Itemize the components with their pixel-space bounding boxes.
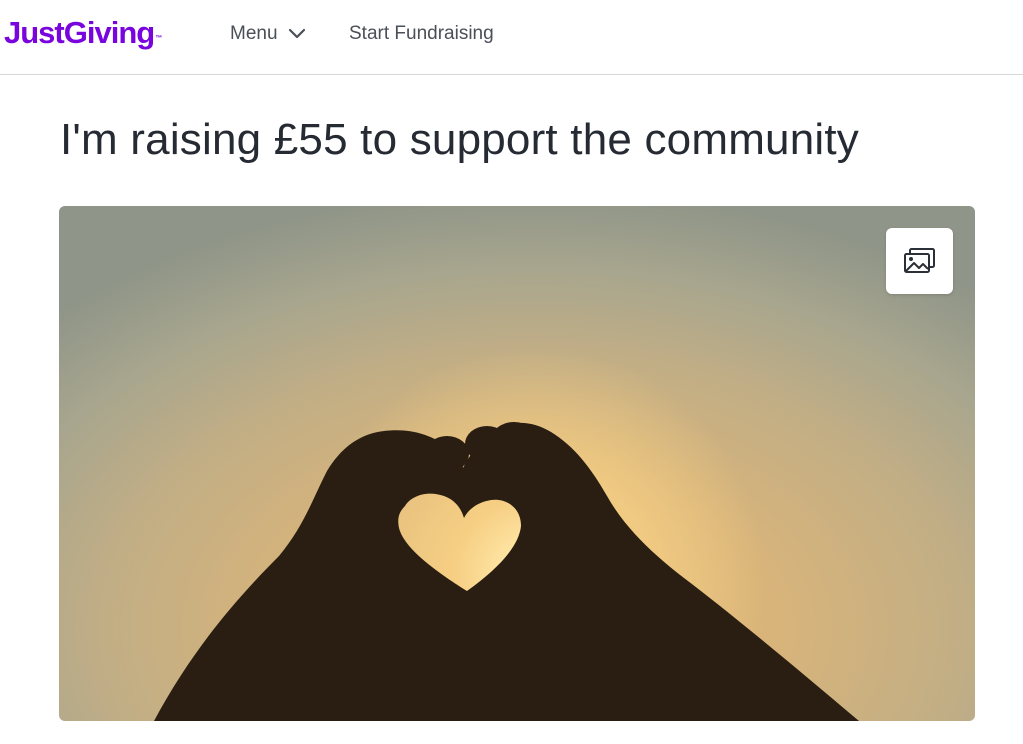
- gallery-button[interactable]: [886, 228, 953, 294]
- menu-label: Menu: [230, 23, 278, 44]
- start-fundraising-link[interactable]: Start Fundraising: [349, 22, 494, 46]
- chevron-down-icon: [288, 28, 305, 39]
- logo-text: JustGiving: [4, 15, 155, 50]
- logo-trademark: ™: [155, 35, 163, 42]
- page-title: I'm raising £55 to support the community: [60, 115, 859, 164]
- justgiving-logo[interactable]: JustGiving™: [4, 13, 162, 53]
- heart-hands-silhouette: [154, 422, 859, 721]
- image-gallery-icon: [903, 248, 935, 273]
- menu-dropdown-button[interactable]: Menu: [230, 22, 306, 46]
- top-navigation-bar: JustGiving™ Menu Start Fundraising: [0, 0, 1023, 75]
- hero-image: [59, 206, 975, 721]
